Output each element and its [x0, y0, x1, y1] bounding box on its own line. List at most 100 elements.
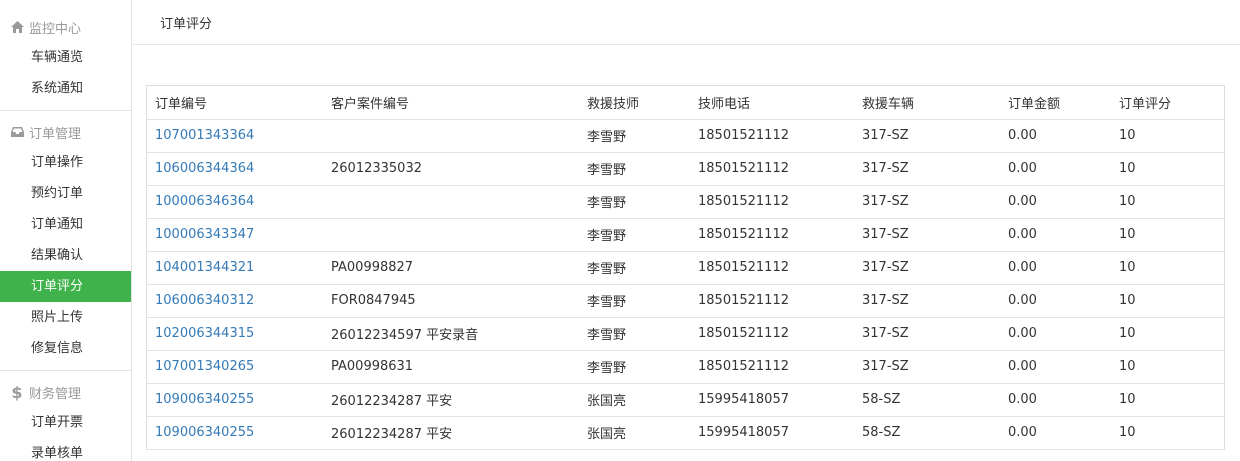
home-icon — [9, 19, 25, 35]
cell-order-no: 109006340255 — [147, 383, 323, 417]
page-header: 订单评分 — [133, 0, 1240, 45]
table-row: 102006344315 26012234597 平安录音 李雪野 185015211… — [147, 317, 1224, 351]
cell-amount: 0.00 — [1000, 119, 1111, 153]
cell-rating: 10 — [1111, 251, 1224, 285]
cell-vehicle: 58-SZ — [854, 383, 1000, 417]
cell-vehicle: 317-SZ — [854, 119, 1000, 153]
table-row: 106006344364 26012335032 李雪野 18501521112 317… — [147, 152, 1224, 186]
table-row: 100006343347 李雪野 18501521112 317-SZ 0.00 10 — [147, 218, 1224, 252]
cell-rating: 10 — [1111, 416, 1224, 450]
cell-amount: 0.00 — [1000, 416, 1111, 450]
cell-amount: 0.00 — [1000, 251, 1111, 285]
page-title: 订单评分 — [160, 16, 213, 32]
sidebar-item-reserved-orders[interactable]: 预约订单 — [0, 178, 131, 209]
table-row: 100006346364 李雪野 18501521112 317-SZ 0.00 10 — [147, 185, 1224, 219]
cell-phone: 15995418057 — [690, 383, 854, 417]
order-no-link[interactable]: 106006344364 — [155, 161, 254, 176]
sidebar-item-order-rating[interactable]: 订单评分 — [0, 271, 131, 302]
cell-case-no: 26012335032 — [323, 152, 579, 186]
sidebar-group-header[interactable]: $ 财务管理 — [0, 377, 131, 407]
cell-vehicle: 317-SZ — [854, 218, 1000, 252]
cell-vehicle: 317-SZ — [854, 185, 1000, 219]
dollar-icon: $ — [11, 382, 23, 402]
table-row: 106006340312 FOR0847945 李雪野 18501521112 317-… — [147, 284, 1224, 318]
inbox-icon — [9, 124, 25, 140]
order-no-link[interactable]: 109006340255 — [155, 425, 254, 440]
cell-amount: 0.00 — [1000, 317, 1111, 351]
cell-phone: 18501521112 — [690, 317, 854, 351]
sidebar-item-order-operation[interactable]: 订单操作 — [0, 147, 131, 178]
cell-rating: 10 — [1111, 383, 1224, 417]
sidebar-item-system-notice[interactable]: 系统通知 — [0, 73, 131, 104]
sidebar-group-header[interactable]: 监控中心 — [0, 12, 131, 42]
orders-table-container: 订单编号 客户案件编号 救援技师 技师电话 救援车辆 订单金额 订单评分 107… — [146, 85, 1225, 450]
order-no-link[interactable]: 102006344315 — [155, 326, 254, 341]
cell-case-no — [323, 119, 579, 153]
sidebar-item-vehicle-overview[interactable]: 车辆通览 — [0, 42, 131, 73]
cell-amount: 0.00 — [1000, 218, 1111, 252]
cell-phone: 18501521112 — [690, 185, 854, 219]
cell-amount: 0.00 — [1000, 383, 1111, 417]
sidebar-group-title: 监控中心 — [29, 21, 82, 37]
cell-phone: 18501521112 — [690, 152, 854, 186]
sidebar-group-finance: $ 财务管理 订单开票 录单核单 — [0, 370, 131, 461]
cell-rating: 10 — [1111, 284, 1224, 318]
cell-phone: 18501521112 — [690, 350, 854, 384]
cell-phone: 18501521112 — [690, 119, 854, 153]
cell-order-no: 107001340265 — [147, 350, 323, 384]
cell-rating: 10 — [1111, 350, 1224, 384]
cell-technician: 李雪野 — [579, 317, 690, 351]
cell-rating: 10 — [1111, 218, 1224, 252]
cell-case-no: PA00998631 — [323, 350, 579, 384]
cell-case-no: FOR0847945 — [323, 284, 579, 318]
cell-order-no: 109006340255 — [147, 416, 323, 450]
cell-phone: 18501521112 — [690, 218, 854, 252]
sidebar-item-repair-info[interactable]: 修复信息 — [0, 333, 131, 364]
cell-order-no: 104001344321 — [147, 251, 323, 285]
sidebar-group-title: 订单管理 — [29, 126, 82, 142]
order-no-link[interactable]: 107001343364 — [155, 128, 254, 143]
table-row: 109006340255 26012234287 平安 张国亮 15995418057… — [147, 416, 1224, 450]
cell-technician: 李雪野 — [579, 185, 690, 219]
sidebar-group-orders: 订单管理 订单操作 预约订单 订单通知 结果确认 订单评分 照片上传 修复信息 — [0, 110, 131, 364]
cell-rating: 10 — [1111, 119, 1224, 153]
cell-order-no: 100006343347 — [147, 218, 323, 252]
cell-vehicle: 317-SZ — [854, 317, 1000, 351]
cell-technician: 李雪野 — [579, 350, 690, 384]
cell-vehicle: 317-SZ — [854, 350, 1000, 384]
cell-technician: 李雪野 — [579, 251, 690, 285]
cell-case-no — [323, 218, 579, 252]
cell-amount: 0.00 — [1000, 284, 1111, 318]
order-no-link[interactable]: 109006340255 — [155, 392, 254, 407]
order-no-link[interactable]: 106006340312 — [155, 293, 254, 308]
cell-order-no: 106006344364 — [147, 152, 323, 186]
table-row: 107001343364 李雪野 18501521112 317-SZ 0.00 10 — [147, 119, 1224, 153]
cell-technician: 张国亮 — [579, 416, 690, 450]
cell-amount: 0.00 — [1000, 350, 1111, 384]
cell-technician: 李雪野 — [579, 152, 690, 186]
col-header-case-no: 客户案件编号 — [323, 86, 579, 120]
order-no-link[interactable]: 104001344321 — [155, 260, 254, 275]
cell-case-no: 26012234597 平安录音 — [323, 317, 579, 351]
col-header-phone: 技师电话 — [690, 86, 854, 120]
sidebar-group-header[interactable]: 订单管理 — [0, 117, 131, 147]
sidebar: 监控中心 车辆通览 系统通知 订单管理 订单操作 预约订单 订单通知 结果确认 … — [0, 0, 132, 461]
sidebar-item-photo-upload[interactable]: 照片上传 — [0, 302, 131, 333]
cell-phone: 15995418057 — [690, 416, 854, 450]
order-no-link[interactable]: 107001340265 — [155, 359, 254, 374]
cell-vehicle: 58-SZ — [854, 416, 1000, 450]
sidebar-item-result-confirm[interactable]: 结果确认 — [0, 240, 131, 271]
table-row: 107001340265 PA00998631 李雪野 18501521112 317-… — [147, 350, 1224, 384]
cell-order-no: 107001343364 — [147, 119, 323, 153]
cell-amount: 0.00 — [1000, 152, 1111, 186]
sidebar-item-order-notice[interactable]: 订单通知 — [0, 209, 131, 240]
cell-rating: 10 — [1111, 185, 1224, 219]
col-header-order-no: 订单编号 — [147, 86, 323, 120]
sidebar-item-order-audit[interactable]: 录单核单 — [0, 438, 131, 461]
sidebar-item-invoice[interactable]: 订单开票 — [0, 407, 131, 438]
cell-order-no: 102006344315 — [147, 317, 323, 351]
order-no-link[interactable]: 100006346364 — [155, 194, 254, 209]
cell-case-no: 26012234287 平安 — [323, 383, 579, 417]
cell-rating: 10 — [1111, 152, 1224, 186]
order-no-link[interactable]: 100006343347 — [155, 227, 254, 242]
